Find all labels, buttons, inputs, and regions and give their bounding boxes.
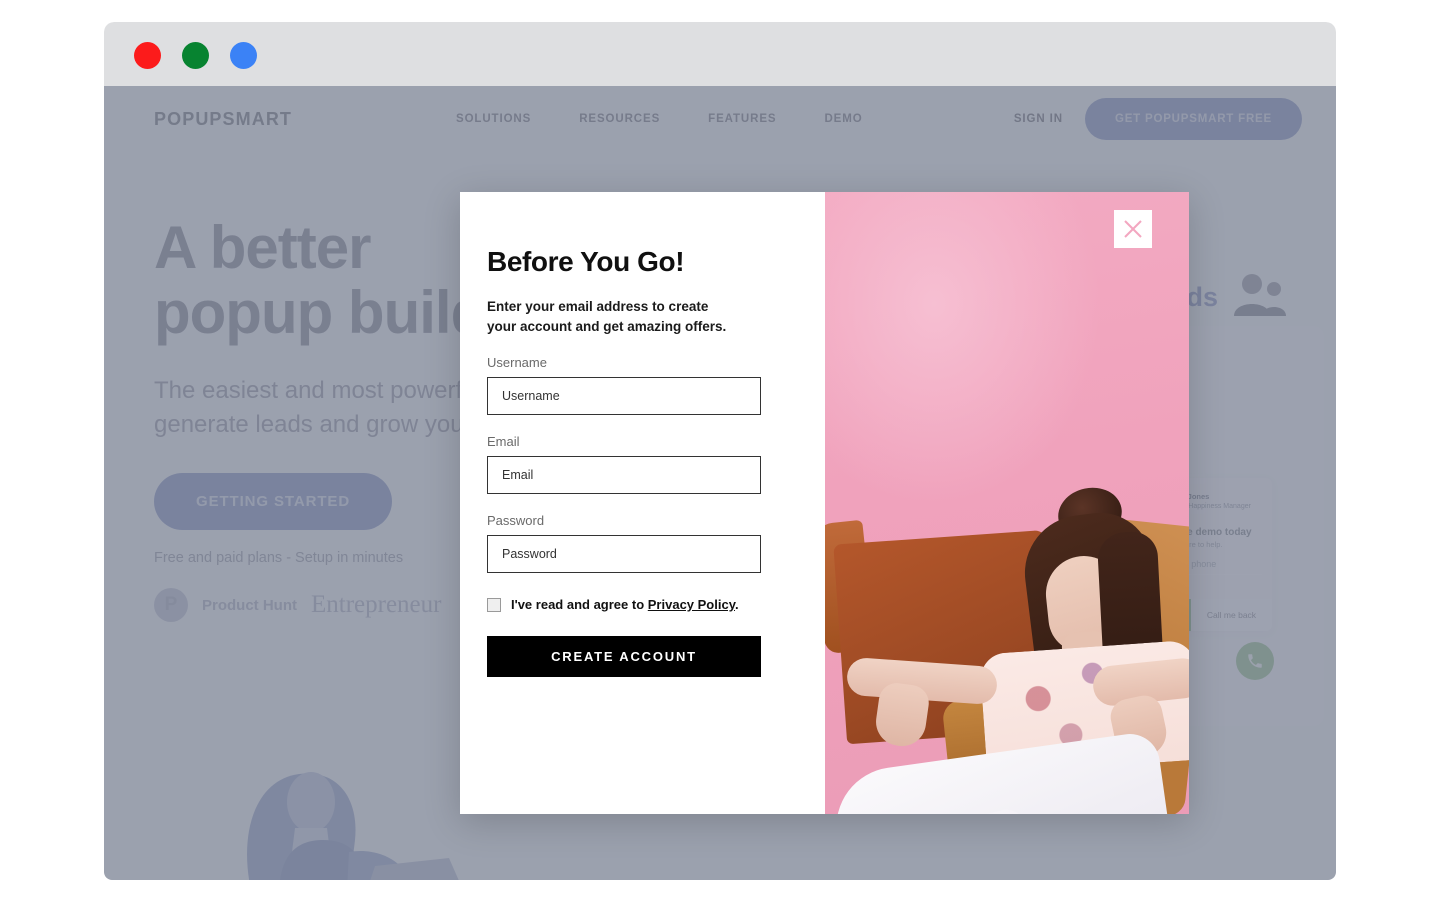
email-field-group: Email xyxy=(487,434,798,495)
before-you-go-modal: Before You Go! Enter your email address … xyxy=(460,192,1189,814)
modal-form-panel: Before You Go! Enter your email address … xyxy=(460,192,825,814)
privacy-policy-checkbox[interactable] xyxy=(487,597,501,612)
create-account-button[interactable]: CREATE ACCOUNT xyxy=(487,636,761,678)
screen: POPUPSMART SOLUTIONS RESOURCES FEATURES … xyxy=(0,0,1440,900)
close-modal-button[interactable] xyxy=(1114,210,1152,248)
consent-row[interactable]: I've read and agree to Privacy Policy. xyxy=(487,597,798,612)
window-controls xyxy=(134,42,257,69)
consent-label: I've read and agree to Privacy Policy. xyxy=(511,597,739,612)
privacy-policy-link[interactable]: Privacy Policy xyxy=(648,597,735,612)
browser-title-bar xyxy=(104,22,1336,86)
consent-text-before: I've read and agree to xyxy=(511,597,648,613)
close-window-button[interactable] xyxy=(134,42,161,69)
modal-image-panel xyxy=(825,192,1189,814)
modal-description: Enter your email address to create your … xyxy=(487,299,727,334)
username-label: Username xyxy=(487,355,547,371)
username-field-group: Username xyxy=(487,355,798,416)
minimize-window-button[interactable] xyxy=(182,42,209,69)
username-input[interactable] xyxy=(487,377,761,416)
password-input[interactable] xyxy=(487,535,761,574)
email-input[interactable] xyxy=(487,456,761,495)
password-field-group: Password xyxy=(487,513,798,574)
close-icon xyxy=(1124,220,1142,238)
password-label: Password xyxy=(487,513,545,529)
browser-window: POPUPSMART SOLUTIONS RESOURCES FEATURES … xyxy=(104,22,1336,880)
modal-title: Before You Go! xyxy=(487,246,685,277)
model-photo xyxy=(825,192,1189,814)
email-label: Email xyxy=(487,434,520,450)
consent-text-after: . xyxy=(734,597,739,613)
maximize-window-button[interactable] xyxy=(230,42,257,69)
